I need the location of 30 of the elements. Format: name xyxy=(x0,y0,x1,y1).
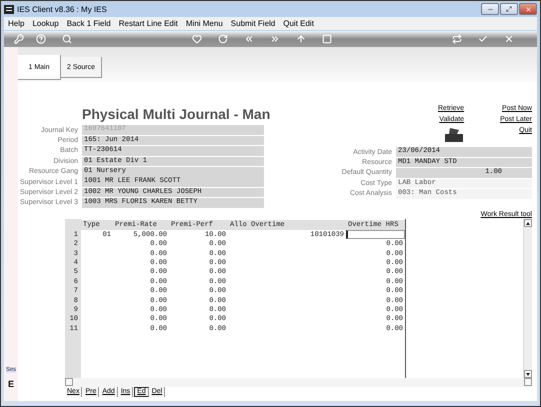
square-icon[interactable] xyxy=(322,34,332,44)
search-icon[interactable] xyxy=(62,34,72,44)
app-icon xyxy=(4,4,14,14)
maximize-button[interactable] xyxy=(500,3,518,15)
horizontal-scrollbar[interactable] xyxy=(65,378,532,388)
menu-item[interactable]: Restart Line Edit xyxy=(118,19,178,28)
up-arrow-icon[interactable] xyxy=(296,34,306,44)
double-left-icon[interactable] xyxy=(244,34,254,44)
menu-item[interactable]: Help xyxy=(8,19,24,28)
repeat-icon[interactable] xyxy=(452,34,462,44)
menu-item[interactable]: Submit Field xyxy=(230,19,276,28)
minimize-button[interactable] xyxy=(481,3,499,15)
menu-item[interactable]: Lookup xyxy=(32,19,59,28)
help-icon[interactable] xyxy=(36,34,46,44)
side-letter: E xyxy=(8,379,14,389)
close-icon[interactable] xyxy=(504,34,514,44)
printer-icon[interactable] xyxy=(444,127,464,142)
refresh-icon[interactable] xyxy=(218,34,228,44)
vertical-scrollbar[interactable] xyxy=(523,219,532,378)
menu-item[interactable]: Quit Edit xyxy=(283,19,314,28)
key-icon[interactable] xyxy=(14,34,24,44)
form-title: Physical Multi Journal - Man xyxy=(82,106,270,124)
double-right-icon[interactable] xyxy=(270,34,280,44)
close-icon xyxy=(524,6,532,12)
input-field[interactable] xyxy=(346,230,405,240)
menu-item[interactable]: Mini Menu xyxy=(186,19,223,28)
menu-item[interactable]: Back 1 Field xyxy=(66,19,111,28)
check-icon[interactable] xyxy=(478,34,488,44)
window-title: IES Client v8.36 : My IES xyxy=(17,4,108,14)
heart-icon[interactable] xyxy=(192,34,202,44)
